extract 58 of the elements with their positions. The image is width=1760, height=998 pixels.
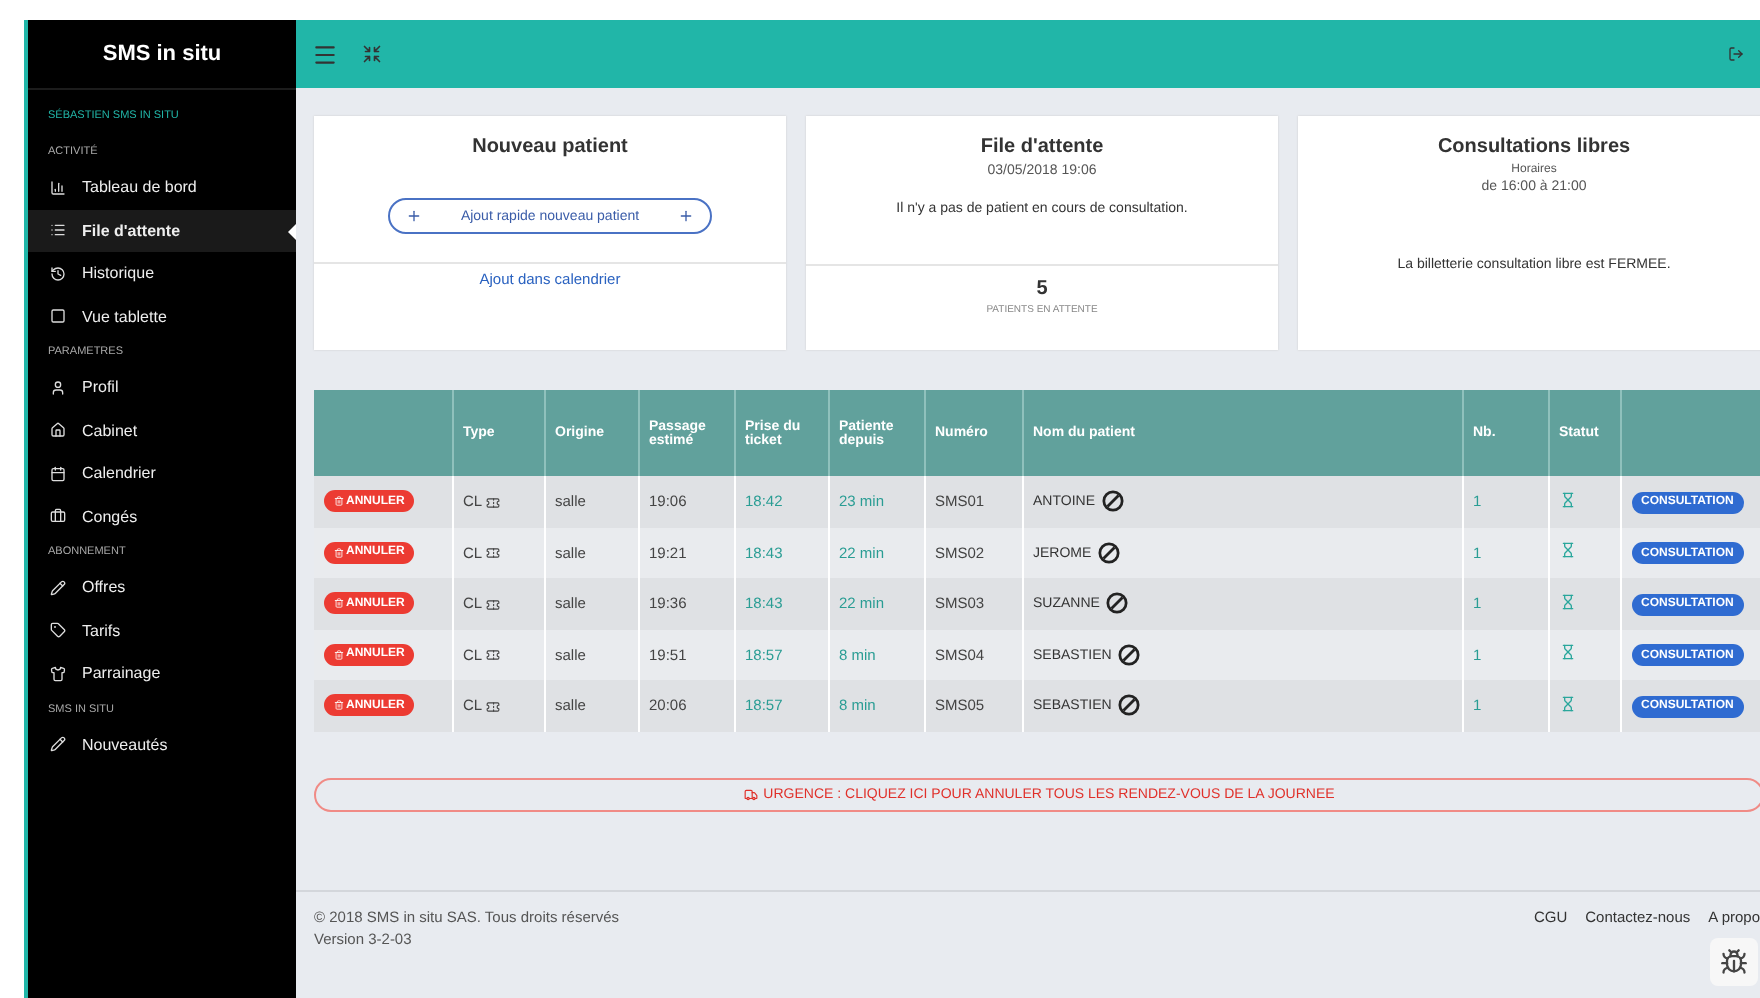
header-cell [1620, 390, 1760, 476]
sidebar-item[interactable]: Vue tablette [28, 295, 296, 338]
sidebar-item[interactable]: Congés [28, 495, 296, 538]
ticket-icon [485, 546, 500, 561]
sidebar-item[interactable]: Tarifs [28, 609, 296, 652]
sidebar-item[interactable]: Profil [28, 366, 296, 409]
bug-icon [1720, 948, 1748, 976]
hourglass-icon [1559, 593, 1575, 610]
menu-item-icon [50, 422, 66, 439]
trash-icon [334, 649, 344, 660]
logout-icon[interactable] [1728, 46, 1744, 62]
ticket-icon [485, 597, 500, 612]
sidebar-item[interactable]: Offres [28, 566, 296, 609]
sidebar-item[interactable]: Historique [28, 252, 296, 295]
trash-icon [334, 598, 344, 609]
no-sign-icon [1097, 541, 1120, 564]
truck-icon [743, 787, 758, 801]
sidebar-item[interactable]: File d'attente [28, 209, 296, 252]
menu-item-icon [50, 222, 66, 239]
sidebar-item[interactable]: Cabinet [28, 409, 296, 452]
sidebar-item[interactable]: Tableau de bord [28, 166, 296, 209]
menu-item-icon [50, 579, 66, 596]
ticket-icon [485, 495, 500, 510]
collapse-arrows-icon[interactable] [362, 44, 382, 64]
plus-icon [406, 208, 422, 224]
ticket-icon [485, 699, 500, 714]
card-title: Nouveau patient [472, 136, 628, 158]
menu-item-icon [50, 736, 66, 753]
trash-icon [334, 700, 344, 711]
sidebar-item[interactable]: Calendrier [28, 452, 296, 495]
hourglass-icon [1559, 695, 1575, 712]
sidebar-item[interactable]: Parrainage [28, 652, 296, 695]
menu-item-icon [50, 265, 66, 282]
hourglass-icon [1559, 542, 1575, 559]
hourglass-icon [1559, 491, 1575, 508]
menu-item-icon [50, 622, 66, 639]
trash-icon [334, 547, 344, 558]
trash-icon [334, 496, 344, 507]
header-cell [314, 390, 452, 476]
menu-item-icon [50, 379, 66, 396]
no-sign-icon [1117, 694, 1140, 717]
card-title: Consultations libres [1437, 136, 1631, 158]
plus-icon [678, 208, 694, 224]
hourglass-icon [1559, 644, 1575, 661]
menu-item-icon [50, 179, 66, 196]
menu-item-icon [50, 508, 66, 525]
menu-item-icon [50, 308, 66, 325]
sidebar-item[interactable]: Nouveautés [28, 723, 296, 766]
card-title: File d'attente [980, 136, 1104, 158]
no-sign-icon [1101, 490, 1123, 513]
no-sign-icon [1117, 643, 1140, 666]
patient-count: 5 [1036, 278, 1048, 300]
ticket-icon [485, 648, 500, 663]
no-sign-icon [1105, 592, 1128, 615]
menu-icon[interactable] [312, 41, 338, 67]
menu-item-icon [50, 465, 66, 482]
bug-report-button[interactable] [1710, 938, 1758, 986]
menu-item-icon [50, 665, 66, 682]
